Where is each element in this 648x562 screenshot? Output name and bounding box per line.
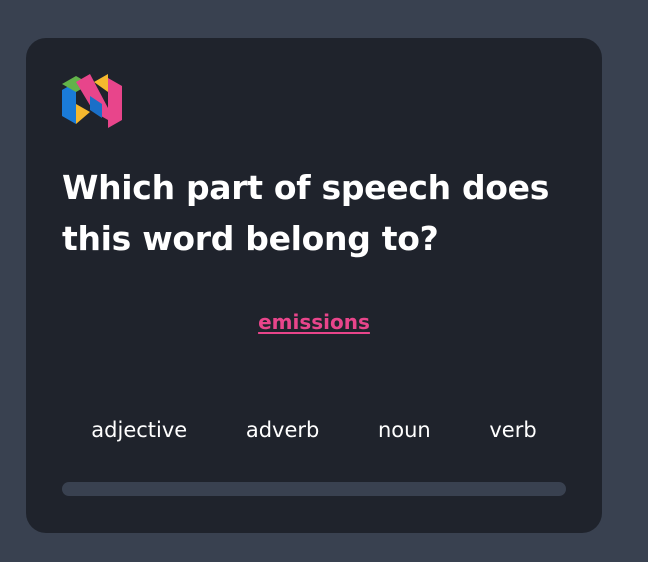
option-noun-button[interactable]: noun [372,416,437,444]
answer-options: adjective adverb noun verb [62,413,566,447]
option-verb-button[interactable]: verb [483,416,542,444]
quiz-card: Which part of speech does this word belo… [26,38,602,533]
target-word-link[interactable]: emissions [26,310,602,334]
question-title: Which part of speech does this word belo… [62,168,550,258]
option-adjective-button[interactable]: adjective [85,416,193,444]
progress-bar [62,482,566,496]
option-adverb-button[interactable]: adverb [240,416,326,444]
brand-logo-icon [62,74,122,128]
